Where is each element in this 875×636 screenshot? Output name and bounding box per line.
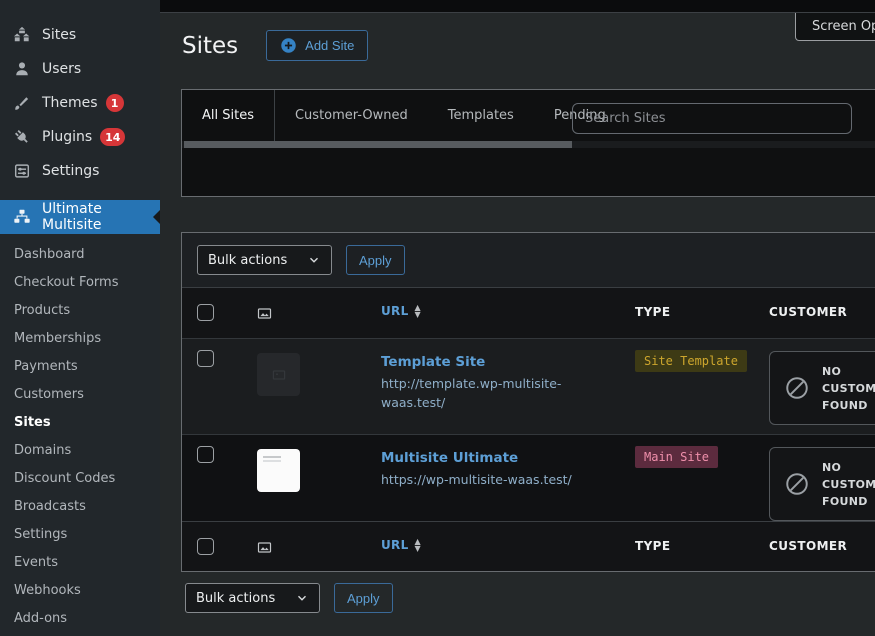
sidebar-item-label: Users [42,61,81,77]
site-name-link[interactable]: Template Site [381,354,485,370]
sort-arrows-icon[interactable]: ▲▼ [415,538,421,552]
sidebar: Sites Users Themes 1 Plugins 14 [0,0,160,636]
bulk-actions-label: Bulk actions [196,591,275,606]
customer-column-header: CUSTOMER [769,305,847,319]
add-site-label: Add Site [305,38,354,53]
row-checkbox[interactable] [197,350,214,367]
image-column-icon [257,306,272,321]
sidebar-item-ultimate-multisite[interactable]: Ultimate Multisite [0,200,160,234]
bulk-actions-select[interactable]: Bulk actions [197,245,332,275]
submenu-item-sites[interactable]: Sites [0,408,160,436]
user-icon [12,59,32,79]
table-toolbar-top: Bulk actions Apply [182,233,875,288]
chevron-down-icon [307,253,321,267]
no-customer-text: NO CUSTOMER FOUND [822,363,875,414]
multisite-icon [12,25,32,45]
submenu-item-broadcasts[interactable]: Broadcasts [0,492,160,520]
customer-card: NO CUSTOMER FOUND [769,447,875,521]
tab-all-sites[interactable]: All Sites [182,90,274,141]
table-footer-row: URL ▲▼ TYPE CUSTOMER [182,521,875,571]
customer-card: NO CUSTOMER FOUND [769,351,875,425]
screen-options-label: Screen Options [812,19,875,34]
submenu-item-memberships[interactable]: Memberships [0,324,160,352]
site-type-badge: Site Template [635,350,747,372]
submenu-item-discount-codes[interactable]: Discount Codes [0,464,160,492]
image-column-icon [257,540,272,555]
type-column-header: TYPE [635,305,670,319]
plug-icon [12,127,32,147]
no-customer-text: NO CUSTOMER FOUND [822,459,875,510]
site-name-link[interactable]: Multisite Ultimate [381,450,518,466]
bulk-actions-label: Bulk actions [208,253,287,268]
chevron-down-icon [295,591,309,605]
site-thumbnail[interactable] [257,353,300,396]
submenu-item-products[interactable]: Products [0,296,160,324]
sites-filter-panel: All Sites Customer-Owned Templates Pendi… [181,89,875,197]
sidebar-item-sites[interactable]: Sites [0,18,160,52]
admin-top-bar [160,0,875,13]
sidebar-item-label: Themes [42,95,98,111]
submenu-item-events[interactable]: Events [0,548,160,576]
network-icon [12,207,32,227]
tab-customer-owned[interactable]: Customer-Owned [275,90,428,141]
tab-templates[interactable]: Templates [428,90,534,141]
sidebar-item-label: Settings [42,163,99,179]
type-column-header: TYPE [635,539,670,553]
site-url-link[interactable]: http://template.wp-multisite-waas.test/ [381,374,591,412]
site-thumbnail[interactable] [257,449,300,492]
sidebar-item-label: Ultimate Multisite [42,201,148,233]
submenu-item-webhooks[interactable]: Webhooks [0,576,160,604]
brush-icon [12,93,32,113]
submenu-item-add-ons[interactable]: Add-ons [0,604,160,632]
horizontal-scrollbar-thumb[interactable] [184,141,572,148]
submenu-item-dashboard[interactable]: Dashboard [0,240,160,268]
table-row: Template Site http://template.wp-multisi… [182,338,875,434]
admin-menu: Sites Users Themes 1 Plugins 14 [0,0,160,632]
submenu-item-domains[interactable]: Domains [0,436,160,464]
ultimate-multisite-submenu: Dashboard Checkout Forms Products Member… [0,234,160,632]
themes-update-badge: 1 [106,94,124,112]
url-column-header[interactable]: URL [381,304,409,318]
site-url-link[interactable]: https://wp-multisite-waas.test/ [381,470,591,489]
submenu-item-customers[interactable]: Customers [0,380,160,408]
no-entry-icon [784,471,810,497]
plugins-update-badge: 14 [100,128,125,146]
sidebar-item-users[interactable]: Users [0,52,160,86]
plus-circle-icon [280,37,297,54]
table-row: Multisite Ultimate https://wp-multisite-… [182,434,875,521]
active-menu-arrow [153,210,160,224]
sidebar-item-label: Plugins [42,129,92,145]
table-toolbar-bottom: Bulk actions Apply [185,583,393,613]
row-checkbox[interactable] [197,446,214,463]
horizontal-scrollbar-track [182,141,875,148]
add-site-button[interactable]: Add Site [266,30,368,61]
search-sites-input[interactable] [572,103,852,134]
apply-button[interactable]: Apply [334,583,393,613]
sidebar-item-themes[interactable]: Themes 1 [0,86,160,120]
submenu-item-payments[interactable]: Payments [0,352,160,380]
sites-table-panel: Bulk actions Apply URL ▲▼ TYPE CUSTOMER … [181,232,875,572]
select-all-checkbox[interactable] [197,538,214,555]
sidebar-item-label: Sites [42,27,76,43]
site-type-badge: Main Site [635,446,718,468]
screen-options-button[interactable]: Screen Options [795,13,875,41]
page-title: Sites [182,33,238,59]
customer-column-header: CUSTOMER [769,539,847,553]
apply-button[interactable]: Apply [346,245,405,275]
sidebar-item-plugins[interactable]: Plugins 14 [0,120,160,154]
select-all-checkbox[interactable] [197,304,214,321]
table-header-row: URL ▲▼ TYPE CUSTOMER [182,288,875,338]
page-header: Sites Add Site [182,30,368,61]
submenu-item-checkout-forms[interactable]: Checkout Forms [0,268,160,296]
no-entry-icon [784,375,810,401]
submenu-item-settings[interactable]: Settings [0,520,160,548]
sidebar-item-settings[interactable]: Settings [0,154,160,188]
bulk-actions-select[interactable]: Bulk actions [185,583,320,613]
sort-arrows-icon[interactable]: ▲▼ [415,304,421,318]
url-column-header[interactable]: URL [381,538,409,552]
settings-icon [12,161,32,181]
